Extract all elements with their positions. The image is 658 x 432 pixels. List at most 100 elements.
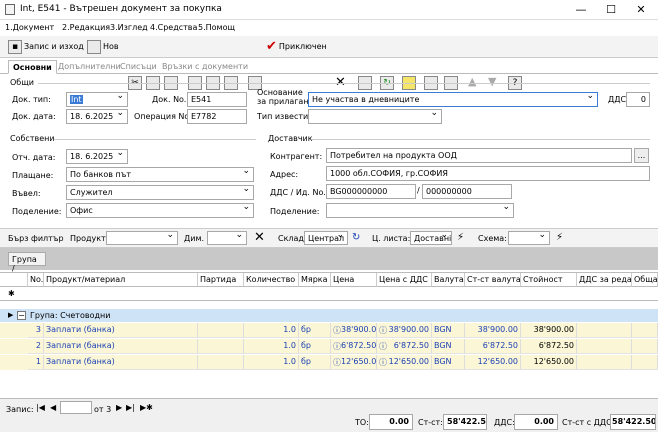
minimize-button[interactable]: — — [568, 2, 594, 18]
info-icon[interactable]: ⓘ — [379, 325, 387, 336]
info-icon[interactable]: ⓘ — [333, 341, 341, 352]
cell-qty[interactable]: 1.0 — [244, 339, 299, 354]
run-icon[interactable]: ⚡ — [457, 232, 464, 243]
cell-price_vat[interactable]: ⓘ 12'650.00 — [377, 355, 432, 370]
operation-field[interactable]: E7782 — [187, 109, 247, 124]
id-no-field[interactable]: 000000000 — [422, 184, 512, 199]
tab-main[interactable]: Основни — [8, 60, 57, 74]
up-arrow-icon[interactable]: ▲ — [468, 75, 476, 88]
doc-date-field[interactable]: 18. 6.2025 — [66, 109, 128, 124]
cell-product[interactable]: Заплати (банка) — [44, 355, 198, 370]
group-chip[interactable]: Група / — [8, 252, 46, 273]
info-icon[interactable]: ⓘ — [379, 357, 387, 368]
cell-empty[interactable] — [577, 355, 632, 370]
menu-help[interactable]: 5.Помощ — [198, 23, 235, 32]
cell-empty[interactable] — [198, 339, 244, 354]
menu-view[interactable]: 3.Изглед — [110, 23, 148, 32]
cell-value[interactable]: 12'650.00 — [521, 355, 577, 370]
cell-price[interactable]: ⓘ12'650.00 — [331, 355, 377, 370]
menu-edit[interactable]: 2.Редакция — [62, 23, 110, 32]
tab-additional[interactable]: Допълнителни — [54, 60, 125, 74]
col-currency[interactable]: Валута — [432, 273, 465, 287]
info-icon[interactable]: ⓘ — [333, 325, 341, 336]
cell-no[interactable]: 1 — [28, 355, 44, 370]
cell-unit[interactable]: бр — [299, 355, 331, 370]
col-unit[interactable]: Мярка — [299, 273, 331, 287]
col-product[interactable]: Продукт/материал — [44, 273, 198, 287]
col-batch[interactable]: Партида — [198, 273, 244, 287]
scheme-select[interactable] — [508, 231, 550, 245]
tab-doc-links[interactable]: Връзки с документи — [158, 60, 252, 74]
col-value-currency[interactable]: Ст-ст валута — [465, 273, 521, 287]
cell-empty[interactable] — [632, 339, 658, 354]
cell-empty[interactable] — [198, 323, 244, 338]
product-filter-select[interactable] — [106, 231, 178, 245]
cell-value[interactable]: 38'900.00 — [521, 323, 577, 338]
next-record-icon[interactable]: ▶ — [116, 403, 122, 412]
cell-empty[interactable] — [577, 339, 632, 354]
payment-select[interactable]: По банков път — [66, 167, 254, 182]
cell-currency[interactable]: BGN — [432, 323, 465, 338]
doc-type-select[interactable]: Int — [66, 92, 128, 107]
cell-unit[interactable]: бр — [299, 339, 331, 354]
table-row[interactable]: 2 Заплати (банка) 1.0 бр ⓘ 6'872.50 ⓘ 6'872.50 B… — [0, 339, 658, 354]
basis-select[interactable]: Не участва в дневниците — [308, 92, 598, 107]
info-icon[interactable]: ⓘ — [333, 357, 341, 368]
col-quantity[interactable]: Количество — [244, 273, 299, 287]
cell-value[interactable]: 6'872.50 — [521, 339, 577, 354]
cell-unit[interactable]: бр — [299, 323, 331, 338]
contractor-lookup-button[interactable]: ... — [634, 148, 649, 163]
col-vat-row[interactable]: ДДС за реда — [577, 273, 632, 287]
post-button[interactable]: ✔ Приключен — [266, 39, 327, 55]
price-list-select[interactable]: Доставні — [410, 231, 452, 245]
close-button[interactable]: ✕ — [628, 2, 654, 18]
cell-value_cur[interactable]: 38'900.00 — [465, 323, 521, 338]
vat-field[interactable]: 0 — [626, 92, 650, 107]
division-select[interactable]: Офис — [66, 203, 254, 218]
cell-no[interactable]: 3 — [28, 323, 44, 338]
cell-qty[interactable]: 1.0 — [244, 323, 299, 338]
menu-document[interactable]: 1.Документ — [5, 23, 54, 32]
cell-currency[interactable]: BGN — [432, 355, 465, 370]
cell-empty[interactable] — [577, 323, 632, 338]
maximize-button[interactable]: ☐ — [598, 2, 624, 18]
cell-product[interactable]: Заплати (банка) — [44, 339, 198, 354]
vat-no-field[interactable]: BG000000000 — [326, 184, 416, 199]
scheme-run-icon[interactable]: ⚡ — [556, 232, 563, 243]
new-button[interactable]: Нов — [87, 39, 119, 55]
cell-empty[interactable] — [632, 355, 658, 370]
cell-qty[interactable]: 1.0 — [244, 355, 299, 370]
col-price-vat[interactable]: Цена с ДДС — [377, 273, 432, 287]
clear-filter-icon[interactable]: ✕ — [254, 230, 265, 245]
menu-tools[interactable]: 4.Средства — [150, 23, 197, 32]
cell-currency[interactable]: BGN — [432, 339, 465, 354]
cell-no[interactable]: 2 — [28, 339, 44, 354]
prev-record-icon[interactable]: ◀ — [50, 403, 56, 412]
cell-empty[interactable] — [632, 323, 658, 338]
table-row[interactable]: 3Заплати (банка)1.0брⓘ38'900.00ⓘ38'900.0… — [0, 323, 658, 338]
table-row[interactable]: 1Заплати (банка)1.0брⓘ12'650.00ⓘ12'650.0… — [0, 355, 658, 370]
cell-value_cur[interactable]: 12'650.00 — [465, 355, 521, 370]
col-value[interactable]: Стойност — [521, 273, 577, 287]
supplier-division-select[interactable] — [326, 203, 514, 218]
last-record-icon[interactable]: ▶| — [126, 403, 135, 412]
sync-icon[interactable]: ↻ — [352, 232, 360, 243]
col-total[interactable]: Обща — [632, 273, 658, 287]
collapse-icon[interactable]: − — [17, 311, 26, 320]
cell-price[interactable]: ⓘ 6'872.50 — [331, 339, 377, 354]
warehouse-select[interactable]: Централ — [304, 231, 348, 245]
first-record-icon[interactable]: |◀ — [36, 403, 45, 412]
contractor-field[interactable]: Потребител на продукта ООД — [326, 148, 632, 163]
save-close-button[interactable]: ▪ Запис и изход — [8, 39, 84, 55]
cell-empty[interactable] — [198, 355, 244, 370]
cell-product[interactable]: Заплати (банка) — [44, 323, 198, 338]
add-record-icon[interactable]: ▶✱ — [140, 403, 153, 412]
new-row[interactable]: ✱ — [0, 287, 658, 301]
cell-price_vat[interactable]: ⓘ 6'872.50 — [377, 339, 432, 354]
entered-by-select[interactable]: Служител — [66, 185, 254, 200]
info-icon[interactable]: ⓘ — [379, 341, 387, 352]
group-row[interactable]: ▶ − Група: Счетоводни — [0, 309, 658, 322]
dim-filter-select[interactable] — [207, 231, 247, 245]
down-arrow-icon[interactable]: ▼ — [488, 75, 496, 88]
cell-price_vat[interactable]: ⓘ 38'900.00 — [377, 323, 432, 338]
